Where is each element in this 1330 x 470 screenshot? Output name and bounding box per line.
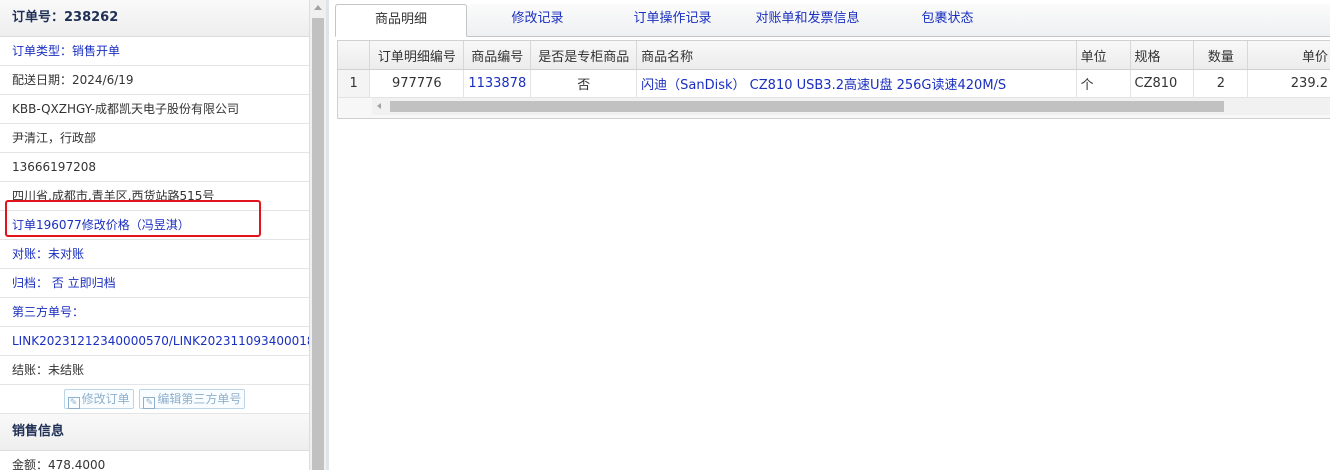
scroll-left-arrow-icon[interactable] <box>377 103 381 109</box>
delivery-date: 配送日期：2024/6/19 <box>0 66 309 95</box>
order-type[interactable]: 订单类型：销售开单 <box>0 37 309 66</box>
edit-icon: ✎ <box>143 397 156 409</box>
spec-cell: CZ810 <box>1130 69 1195 98</box>
order-action-bar: ✎ 修改订单 ✎ 编辑第三方单号 <box>0 385 309 414</box>
edit-third-party-label: 编辑第三方单号 <box>157 392 242 406</box>
order-number-title: 订单号：238262 <box>0 0 309 37</box>
tab-order-operation-log[interactable]: 订单操作记录 <box>610 4 735 34</box>
contact-person: 尹清江，行政部 <box>0 124 309 153</box>
tab-modification-log[interactable]: 修改记录 <box>475 4 600 34</box>
scrollbar-thumb[interactable] <box>312 18 324 470</box>
edit-third-party-button[interactable]: ✎ 编辑第三方单号 <box>139 389 246 409</box>
sales-amount: 金额：478.4000 <box>0 451 309 470</box>
col-header-quantity[interactable]: 数量 <box>1193 41 1249 70</box>
archive-status[interactable]: 归档： 否 立即归档 <box>0 269 309 298</box>
quantity-cell: 2 <box>1193 69 1249 98</box>
third-party-label: 第三方单号： <box>0 298 309 327</box>
edit-icon: ✎ <box>67 397 80 409</box>
left-panel-scrollbar[interactable] <box>309 0 327 470</box>
col-header-counter-product[interactable]: 是否是专柜商品 <box>530 41 638 70</box>
phone-number: 13666197208 <box>0 153 309 182</box>
unit-price-cell: 239.2 <box>1247 69 1330 98</box>
grid-horizontal-scrollbar[interactable] <box>372 98 1330 115</box>
settlement-status: 结账：未结账 <box>0 356 309 385</box>
product-name-link[interactable]: 闪迪（SanDisk） CZ810 USB3.2高速U盘 256G读速420M/… <box>636 69 1077 98</box>
horizontal-scrollbar-thumb[interactable] <box>390 101 1224 112</box>
tab-statement-invoice[interactable]: 对账单和发票信息 <box>735 4 880 34</box>
sales-info-title: 销售信息 <box>0 414 309 451</box>
counter-product-cell: 否 <box>530 69 638 98</box>
col-header-spec[interactable]: 规格 <box>1130 41 1195 70</box>
col-header-product-name[interactable]: 商品名称 <box>636 41 1077 70</box>
edit-order-button[interactable]: ✎ 修改订单 <box>63 389 134 409</box>
highlight-box <box>5 200 261 237</box>
panel-splitter[interactable] <box>326 0 329 470</box>
third-party-number[interactable]: LINK20231212340000570/LINK20231109340001… <box>0 327 309 356</box>
scroll-up-arrow-icon[interactable] <box>314 5 322 10</box>
col-header-row-number <box>338 41 371 70</box>
detail-id-cell: 977776 <box>369 69 465 98</box>
reconcile-status[interactable]: 对账：未对账 <box>0 240 309 269</box>
customer-name: KBB-QXZHGY-成都凯天电子股份有限公司 <box>0 95 309 124</box>
product-id-link[interactable]: 1133878 <box>463 69 532 98</box>
table-row[interactable]: 1 977776 1133878 否 闪迪（SanDisk） CZ810 USB… <box>338 69 1330 98</box>
tab-bar: 商品明细 修改记录 订单操作记录 对账单和发票信息 包裹状态 <box>335 4 1330 37</box>
row-number: 1 <box>338 69 371 98</box>
tab-package-status[interactable]: 包裹状态 <box>890 4 1005 34</box>
col-header-unit[interactable]: 单位 <box>1076 41 1131 70</box>
product-grid: 订单明细编号 商品编号 是否是专柜商品 商品名称 单位 规格 数量 单价 1 9… <box>337 40 1330 119</box>
detail-area: 商品明细 修改记录 订单操作记录 对账单和发票信息 包裹状态 订单明细编号 商品… <box>335 0 1330 470</box>
unit-cell: 个 <box>1076 69 1131 98</box>
col-header-detail-id[interactable]: 订单明细编号 <box>369 41 465 70</box>
grid-header-row: 订单明细编号 商品编号 是否是专柜商品 商品名称 单位 规格 数量 单价 <box>338 41 1330 70</box>
tab-product-details[interactable]: 商品明细 <box>335 4 467 37</box>
col-header-unit-price[interactable]: 单价 <box>1247 41 1330 70</box>
col-header-product-id[interactable]: 商品编号 <box>463 41 532 70</box>
edit-order-label: 修改订单 <box>81 392 130 406</box>
